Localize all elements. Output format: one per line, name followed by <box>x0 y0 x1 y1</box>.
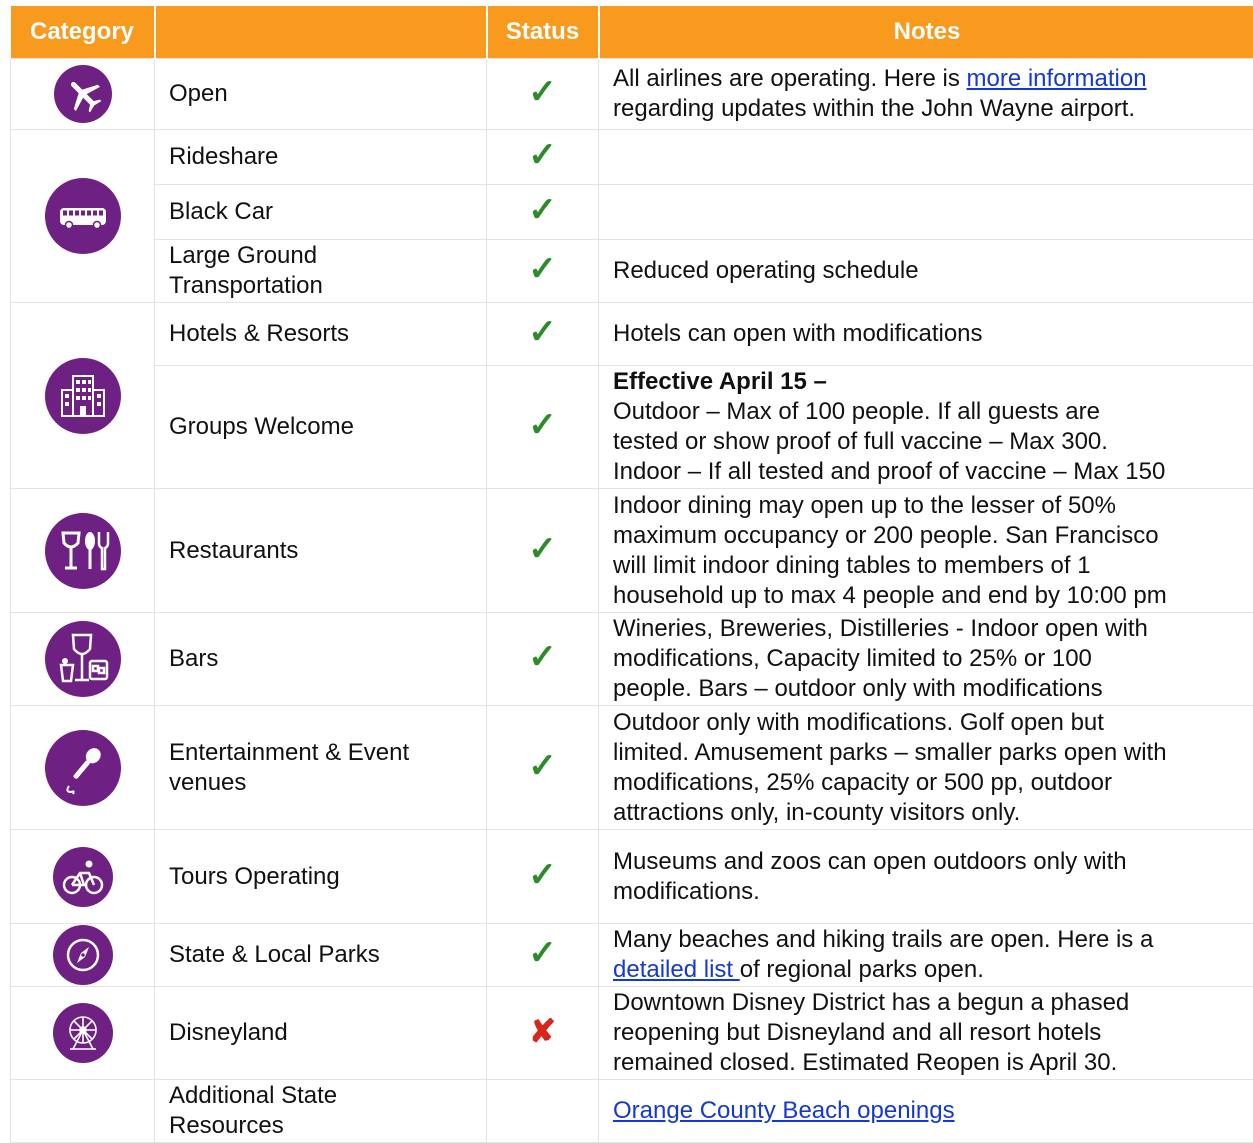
header-row: Category Status Notes <box>11 6 1253 59</box>
check-icon: ✓ <box>528 530 557 568</box>
table-row: Bars ✓ Wineries, Breweries, Distilleries… <box>11 613 1253 706</box>
status-cell: ✓ <box>487 830 599 924</box>
notes-cell <box>599 185 1253 240</box>
status-cell: ✘ <box>487 987 599 1080</box>
check-icon: ✓ <box>528 406 557 444</box>
notes-text: of regional parks open. <box>740 956 984 983</box>
status-cell: ✓ <box>487 366 599 489</box>
ferris-wheel-icon <box>53 1003 113 1063</box>
header-category: Category <box>11 6 155 59</box>
status-cell: ✓ <box>487 706 599 830</box>
category-name: Large GroundTransportation <box>155 240 487 303</box>
status-cell: ✓ <box>487 240 599 303</box>
bus-icon <box>45 178 121 254</box>
cross-icon: ✘ <box>529 1013 556 1049</box>
detailed-list-link[interactable]: detailed list <box>613 956 740 983</box>
category-name: Entertainment & Eventvenues <box>155 706 487 830</box>
check-icon: ✓ <box>528 250 557 288</box>
notes-text: Many beaches and hiking trails are open.… <box>613 926 1153 953</box>
status-cell: ✓ <box>487 130 599 185</box>
category-cell-theme-park <box>11 987 155 1080</box>
status-cell: ✓ <box>487 613 599 706</box>
notes-cell: All airlines are operating. Here is more… <box>599 59 1253 130</box>
category-name: Rideshare <box>155 130 487 185</box>
table-row: Large GroundTransportation ✓ Reduced ope… <box>11 240 1253 303</box>
status-cell: ✓ <box>487 303 599 366</box>
notes-cell: Orange County Beach openings <box>599 1080 1253 1143</box>
category-name: Open <box>155 59 487 130</box>
notes-cell: Outdoor only with modifications. Golf op… <box>599 706 1253 830</box>
airplane-icon <box>54 65 112 123</box>
table-row: Restaurants ✓ Indoor dining may open up … <box>11 489 1253 613</box>
check-icon: ✓ <box>528 313 557 351</box>
wine-fork-knife-icon <box>45 513 121 589</box>
status-cell <box>487 1080 599 1143</box>
table-row: Groups Welcome ✓ Effective April 15 –Out… <box>11 366 1253 489</box>
check-icon: ✓ <box>528 191 557 229</box>
notes-cell: Wineries, Breweries, Distilleries - Indo… <box>599 613 1253 706</box>
header-notes: Notes <box>599 6 1253 59</box>
status-cell: ✓ <box>487 489 599 613</box>
category-cell-dining <box>11 489 155 613</box>
bicycle-icon <box>53 847 113 907</box>
notes-cell: Museums and zoos can open outdoors only … <box>599 830 1253 924</box>
status-cell: ✓ <box>487 59 599 130</box>
header-status: Status <box>487 6 599 59</box>
category-name: State & Local Parks <box>155 924 487 987</box>
reopening-status-table: Category Status Notes Open ✓ All airline… <box>10 6 1253 1143</box>
category-cell-tours <box>11 830 155 924</box>
notes-cell: Effective April 15 –Outdoor – Max of 100… <box>599 366 1253 489</box>
category-name: Black Car <box>155 185 487 240</box>
hotel-building-icon <box>45 358 121 434</box>
table-row: Entertainment & Eventvenues ✓ Outdoor on… <box>11 706 1253 830</box>
notes-text: All airlines are operating. Here is <box>613 65 967 92</box>
check-icon: ✓ <box>528 73 557 111</box>
check-icon: ✓ <box>528 136 557 174</box>
table-row: Disneyland ✘ Downtown Disney District ha… <box>11 987 1253 1080</box>
category-cell-blank <box>11 1080 155 1143</box>
notes-cell: Hotels can open with modifications <box>599 303 1253 366</box>
compass-icon <box>53 925 113 985</box>
notes-cell <box>599 130 1253 185</box>
notes-text: regarding updates within the John Wayne … <box>613 95 1135 122</box>
drinks-icon <box>45 621 121 697</box>
more-information-link[interactable]: more information <box>967 65 1147 92</box>
table-row: Additional StateResources Orange County … <box>11 1080 1253 1143</box>
check-icon: ✓ <box>528 747 557 785</box>
table-row: Hotels & Resorts ✓ Hotels can open with … <box>11 303 1253 366</box>
category-name: Disneyland <box>155 987 487 1080</box>
orange-county-beach-openings-link[interactable]: Orange County Beach openings <box>613 1097 955 1124</box>
notes-cell: Downtown Disney District has a begun a p… <box>599 987 1253 1080</box>
microphone-icon <box>45 730 121 806</box>
table-row: Open ✓ All airlines are operating. Here … <box>11 59 1253 130</box>
category-cell-air <box>11 59 155 130</box>
table-row: Tours Operating ✓ Museums and zoos can o… <box>11 830 1253 924</box>
category-name: Additional StateResources <box>155 1080 487 1143</box>
category-name: Bars <box>155 613 487 706</box>
category-name: Groups Welcome <box>155 366 487 489</box>
category-cell-ground <box>11 130 155 303</box>
category-name: Hotels & Resorts <box>155 303 487 366</box>
category-cell-bars <box>11 613 155 706</box>
notes-cell: Many beaches and hiking trails are open.… <box>599 924 1253 987</box>
check-icon: ✓ <box>528 638 557 676</box>
notes-cell: Indoor dining may open up to the lesser … <box>599 489 1253 613</box>
table-row: State & Local Parks ✓ Many beaches and h… <box>11 924 1253 987</box>
table-row: Rideshare ✓ <box>11 130 1253 185</box>
check-icon: ✓ <box>528 856 557 894</box>
category-cell-parks <box>11 924 155 987</box>
notes-cell: Reduced operating schedule <box>599 240 1253 303</box>
category-name: Restaurants <box>155 489 487 613</box>
category-name: Tours Operating <box>155 830 487 924</box>
category-cell-lodging <box>11 303 155 489</box>
category-cell-entertainment <box>11 706 155 830</box>
status-cell: ✓ <box>487 924 599 987</box>
check-icon: ✓ <box>528 934 557 972</box>
header-blank <box>155 6 487 59</box>
status-cell: ✓ <box>487 185 599 240</box>
table-row: Black Car ✓ <box>11 185 1253 240</box>
